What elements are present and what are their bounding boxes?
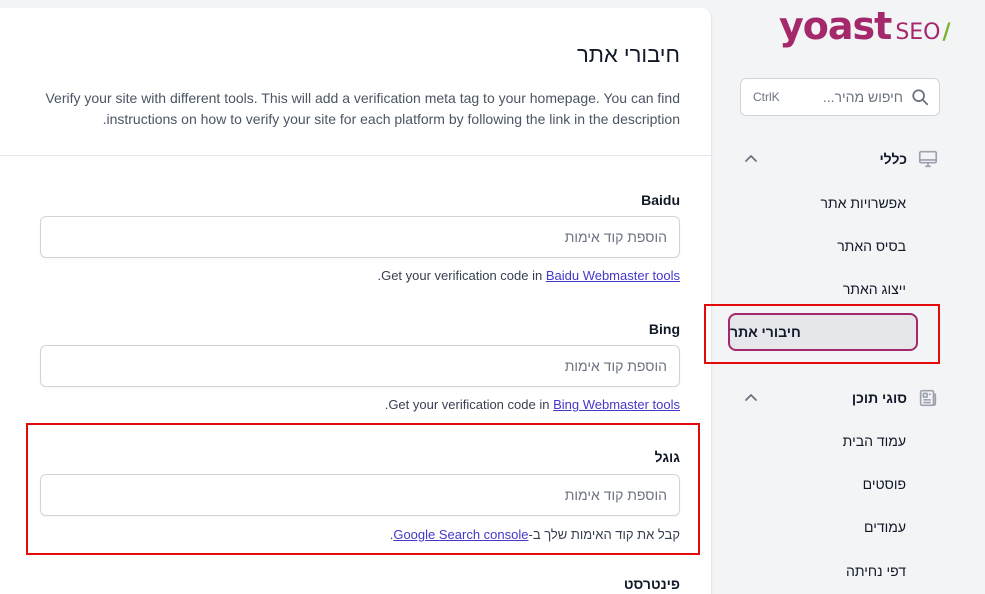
sidebar-item-pages[interactable]: עמודים bbox=[864, 519, 906, 535]
baidu-help-text: Get your verification code in Baidu Webm… bbox=[377, 268, 680, 283]
google-verification-input[interactable] bbox=[40, 474, 680, 516]
logo-seo: SEO bbox=[895, 20, 941, 45]
sidebar-item-homepage[interactable]: עמוד הבית bbox=[843, 433, 906, 449]
newspaper-icon bbox=[917, 387, 939, 409]
quick-search-button[interactable]: CtrlK חיפוש מהיר... bbox=[740, 78, 940, 116]
bing-help-prefix: Get your verification code in bbox=[388, 397, 554, 412]
logo-slash: / bbox=[942, 20, 951, 45]
baidu-label: Baidu bbox=[641, 192, 680, 208]
google-search-console-link[interactable]: Google Search console bbox=[393, 527, 528, 542]
settings-page: חיבורי אתר Verify your site with differe… bbox=[0, 0, 985, 594]
sidebar-item-posts[interactable]: פוסטים bbox=[863, 476, 906, 492]
logo-wordmark: yoast bbox=[779, 4, 892, 48]
search-icon bbox=[911, 88, 929, 106]
google-help-prefix: קבל את קוד האימות שלך ב- bbox=[528, 527, 681, 542]
sidebar-item-site-connections[interactable]: חיבורי אתר bbox=[728, 313, 918, 351]
divider bbox=[0, 155, 711, 156]
baidu-webmaster-link[interactable]: Baidu Webmaster tools bbox=[546, 268, 680, 283]
sidebar-section-content-types[interactable]: סוגי תוכן bbox=[735, 381, 945, 415]
google-label: גוגל bbox=[654, 449, 680, 465]
baidu-verification-input[interactable] bbox=[40, 216, 680, 258]
sidebar-section-label: כללי bbox=[879, 151, 907, 167]
sidebar-section-general[interactable]: כללי bbox=[735, 142, 945, 176]
site-connections-card: חיבורי אתר Verify your site with differe… bbox=[0, 8, 712, 594]
bing-verification-input[interactable] bbox=[40, 345, 680, 387]
google-help-text: קבל את קוד האימות שלך ב-Google Search co… bbox=[390, 527, 680, 542]
page-title: חיבורי אתר bbox=[577, 42, 680, 67]
sidebar-section-label: סוגי תוכן bbox=[851, 390, 907, 406]
sidebar-item-site-representation[interactable]: ייצוג האתר bbox=[843, 281, 906, 297]
search-placeholder: חיפוש מהיר... bbox=[822, 89, 903, 105]
chevron-up-icon[interactable] bbox=[743, 390, 759, 406]
bing-label: Bing bbox=[648, 321, 680, 337]
search-shortcut: CtrlK bbox=[753, 90, 780, 104]
chevron-up-icon[interactable] bbox=[743, 151, 759, 167]
sidebar-item-site-basics[interactable]: בסיס האתר bbox=[837, 238, 906, 254]
baidu-help-prefix: Get your verification code in bbox=[381, 268, 546, 283]
bing-webmaster-link[interactable]: Bing Webmaster tools bbox=[553, 397, 680, 412]
page-description: Verify your site with different tools. T… bbox=[45, 90, 680, 127]
bing-help-text: Get your verification code in Bing Webma… bbox=[385, 397, 680, 412]
sidebar-item-landing-pages[interactable]: דפי נחיתה bbox=[846, 563, 906, 579]
desktop-icon bbox=[917, 148, 939, 170]
pinterest-label: פינטרסט bbox=[623, 576, 680, 592]
yoast-seo-logo[interactable]: yoast SEO / bbox=[779, 4, 951, 50]
sidebar-item-site-features[interactable]: אפשרויות אתר bbox=[821, 195, 906, 211]
